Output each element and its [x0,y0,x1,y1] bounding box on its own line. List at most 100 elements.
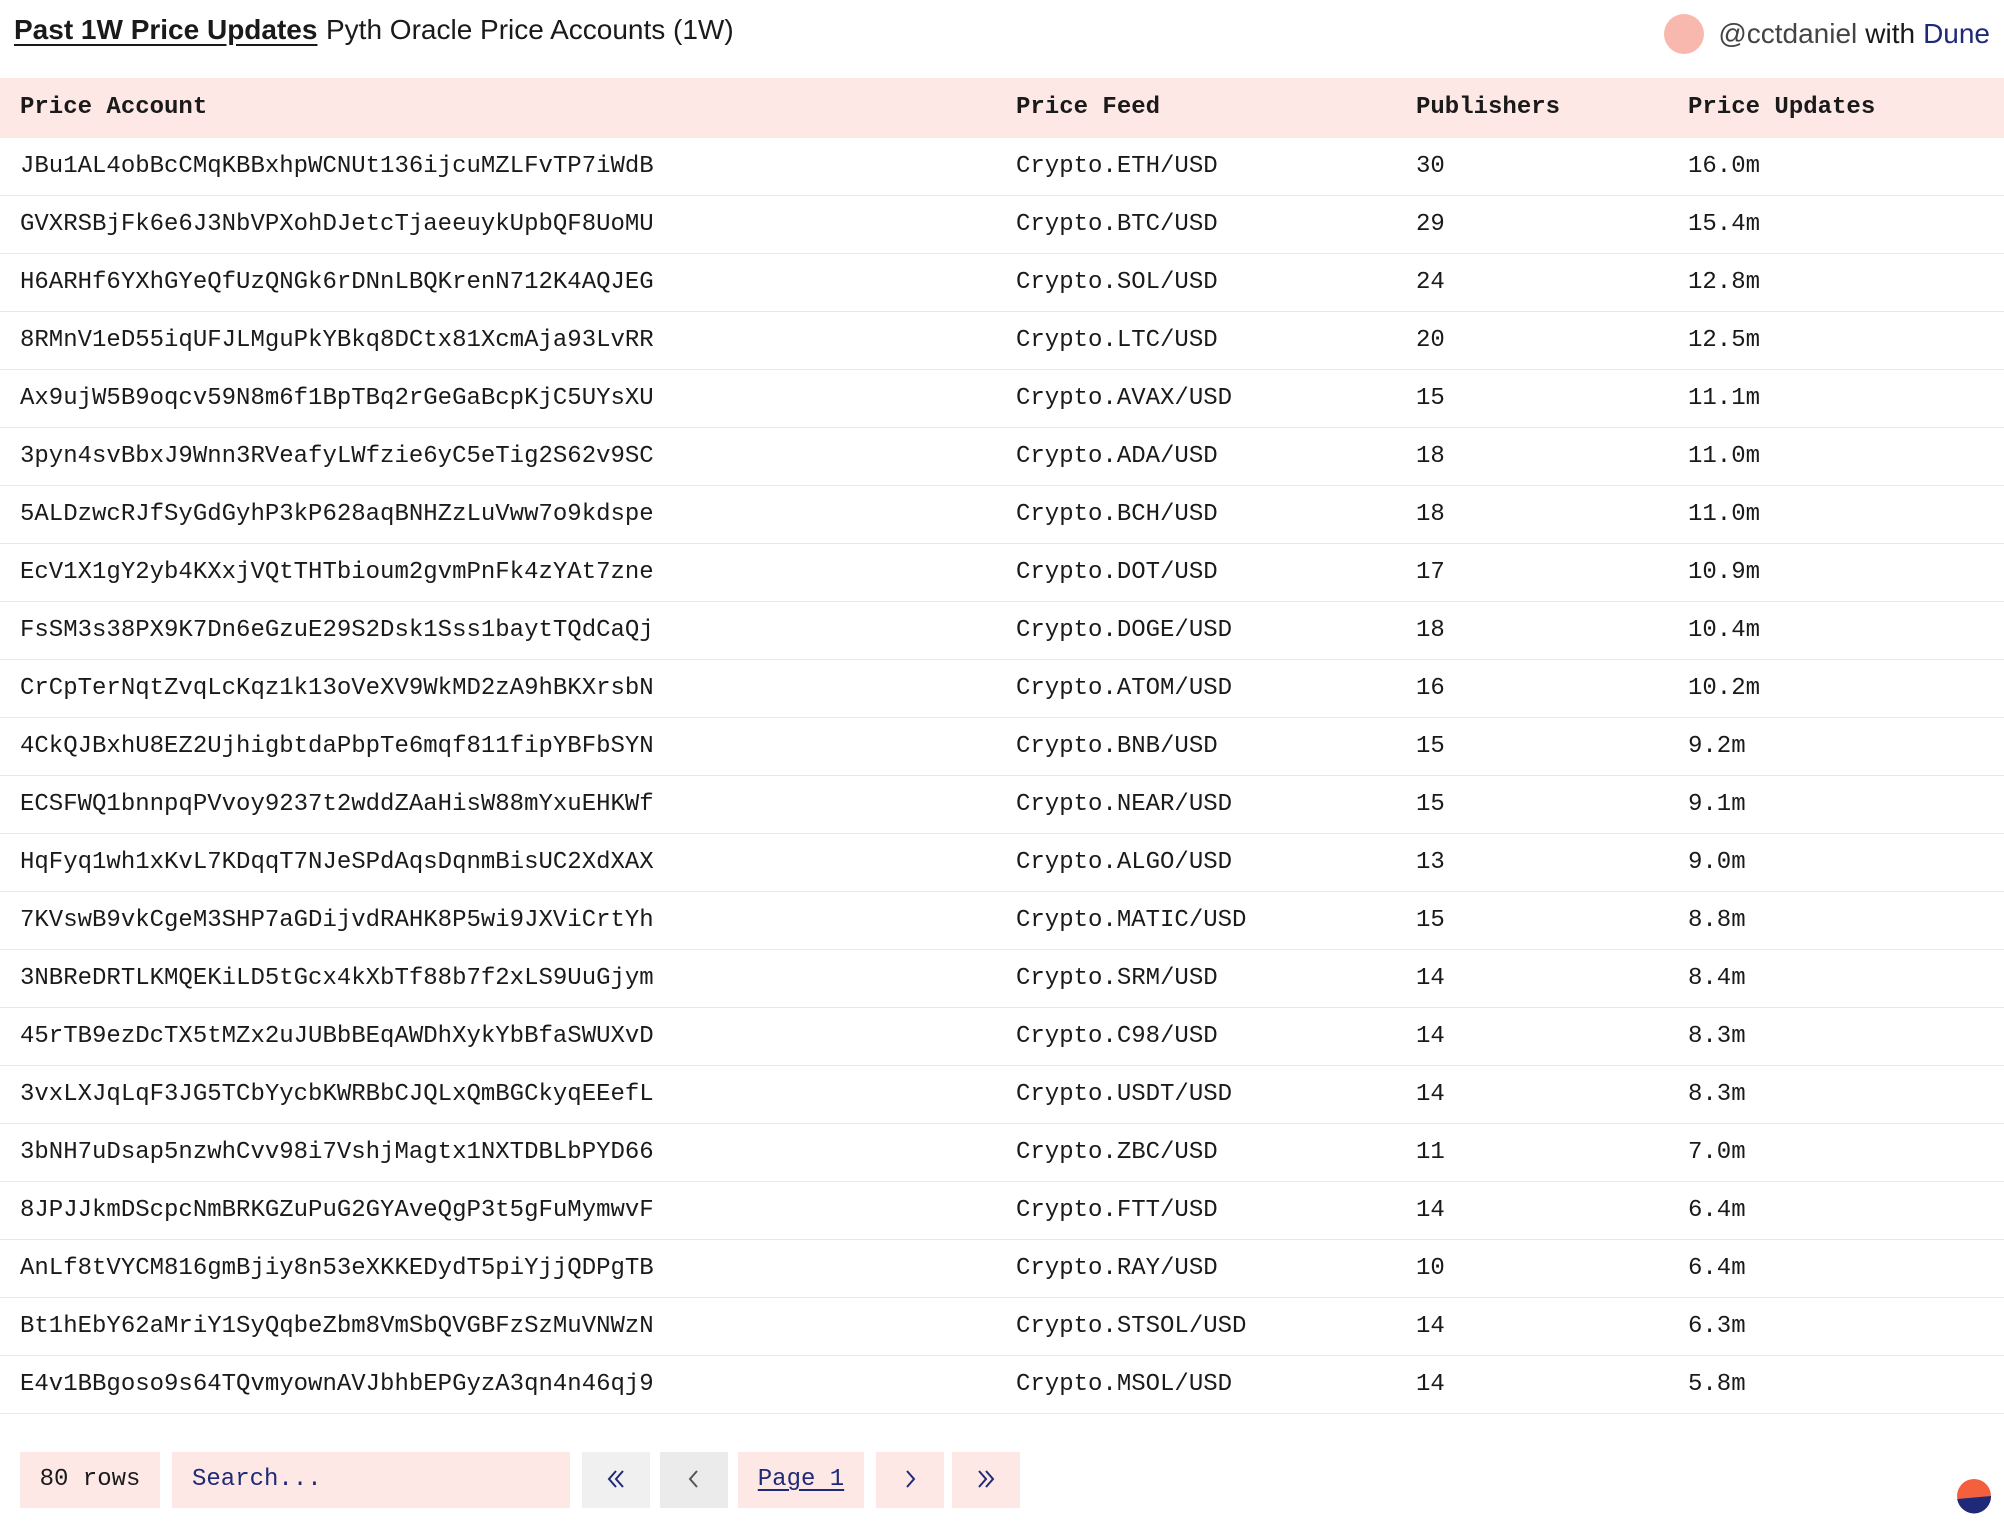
publishers-cell: 14 [1416,1313,1445,1340]
price-feed-cell: Crypto.MSOL/USD [1016,1371,1233,1398]
price-updates-cell: 6.4m [1688,1255,1746,1282]
table-row[interactable]: FsSM3s38PX9K7Dn6eGzuE29S2Dsk1Sss1baytTQd… [0,602,2004,660]
price-feed-cell: Crypto.RAY/USD [1016,1255,1218,1282]
price-account-cell: FsSM3s38PX9K7Dn6eGzuE29S2Dsk1Sss1baytTQd… [20,617,654,644]
page: Past 1W Price Updates Pyth Oracle Price … [0,0,2004,1528]
dune-logo-icon[interactable] [1956,1478,1992,1514]
table-row[interactable]: Bt1hEbY62aMriY1SyQqbeZbm8VmSbQVGBFzSzMuV… [0,1298,2004,1356]
price-updates-cell: 10.2m [1688,675,1761,702]
table-footer: 80 rows Page 1 [0,1452,2004,1508]
price-feed-cell: Crypto.ATOM/USD [1016,675,1233,702]
rows-count: 80 rows [20,1452,160,1508]
table-row[interactable]: 8RMnV1eD55iqUFJLMguPkYBkq8DCtx81XcmAja93… [0,312,2004,370]
table-row[interactable]: HqFyq1wh1xKvL7KDqqT7NJeSPdAqsDqnmBisUC2X… [0,834,2004,892]
price-feed-cell: Crypto.C98/USD [1016,1023,1218,1050]
price-feed-cell: Crypto.DOGE/USD [1016,617,1233,644]
price-feed-cell: Crypto.SOL/USD [1016,269,1218,296]
price-updates-cell: 9.1m [1688,791,1746,818]
table-body: JBu1AL4obBcCMqKBBxhpWCNUt136ijcuMZLFvTP7… [0,138,2004,1414]
table-row[interactable]: CrCpTerNqtZvqLcKqz1k13oVeXV9WkMD2zA9hBKX… [0,660,2004,718]
price-feed-cell: Crypto.MATIC/USD [1016,907,1247,934]
publishers-cell: 11 [1416,1139,1445,1166]
first-page-button[interactable] [582,1452,650,1508]
publishers-cell: 10 [1416,1255,1445,1282]
column-header-price-updates[interactable]: Price Updates [1688,78,1875,138]
price-updates-cell: 9.0m [1688,849,1746,876]
price-account-cell: Ax9ujW5B9oqcv59N8m6f1BpTBq2rGeGaBcpKjC5U… [20,385,654,412]
table-row[interactable]: E4v1BBgoso9s64TQvmyownAVJbhbEPGyzA3qn4n4… [0,1356,2004,1414]
table-row[interactable]: 3pyn4svBbxJ9Wnn3RVeafyLWfzie6yC5eTig2S62… [0,428,2004,486]
price-updates-cell: 10.9m [1688,559,1761,586]
author-block: @cctdaniel with Dune [1664,14,1990,54]
table-row[interactable]: JBu1AL4obBcCMqKBBxhpWCNUt136ijcuMZLFvTP7… [0,138,2004,196]
avatar[interactable] [1664,14,1705,54]
price-feed-cell: Crypto.DOT/USD [1016,559,1218,586]
price-feed-cell: Crypto.BCH/USD [1016,501,1218,528]
double-chevron-right-icon [978,1469,995,1488]
table-row[interactable]: GVXRSBjFk6e6J3NbVPXohDJetcTjaeeuykUpbQF8… [0,196,2004,254]
price-account-cell: 3NBReDRTLKMQEKiLD5tGcx4kXbTf88b7f2xLS9Uu… [20,965,654,992]
price-updates-cell: 9.2m [1688,733,1746,760]
price-updates-cell: 8.3m [1688,1081,1746,1108]
price-updates-cell: 16.0m [1688,153,1761,180]
publishers-cell: 14 [1416,1371,1445,1398]
table-row[interactable]: 3bNH7uDsap5nzwhCvv98i7VshjMagtx1NXTDBLbP… [0,1124,2004,1182]
publishers-cell: 17 [1416,559,1445,586]
price-updates-cell: 5.8m [1688,1371,1746,1398]
chevron-left-icon [688,1469,698,1488]
dashboard-title-link[interactable]: Past 1W Price Updates [14,14,317,46]
price-feed-cell: Crypto.BTC/USD [1016,211,1218,238]
price-account-cell: 3pyn4svBbxJ9Wnn3RVeafyLWfzie6yC5eTig2S62… [20,443,654,470]
price-updates-cell: 12.5m [1688,327,1761,354]
publishers-cell: 14 [1416,1023,1445,1050]
table-row[interactable]: 5ALDzwcRJfSyGdGyhP3kP628aqBNHZzLuVww7o9k… [0,486,2004,544]
price-feed-cell: Crypto.SRM/USD [1016,965,1218,992]
price-feed-cell: Crypto.ADA/USD [1016,443,1218,470]
column-header-publishers[interactable]: Publishers [1416,78,1560,138]
table-row[interactable]: H6ARHf6YXhGYeQfUzQNGk6rDNnLBQKrenN712K4A… [0,254,2004,312]
publishers-cell: 18 [1416,501,1445,528]
price-updates-cell: 8.4m [1688,965,1746,992]
table-row[interactable]: 4CkQJBxhU8EZ2UjhigbtdaPbpTe6mqf811fipYBF… [0,718,2004,776]
table-row[interactable]: ECSFWQ1bnnpqPVvoy9237t2wddZAaHisW88mYxuE… [0,776,2004,834]
previous-page-button[interactable] [660,1452,728,1508]
price-account-cell: 8RMnV1eD55iqUFJLMguPkYBkq8DCtx81XcmAja93… [20,327,654,354]
table-row[interactable]: Ax9ujW5B9oqcv59N8m6f1BpTBq2rGeGaBcpKjC5U… [0,370,2004,428]
table-row[interactable]: AnLf8tVYCM816gmBjiy8n53eXKKEDydT5piYjjQD… [0,1240,2004,1298]
price-account-cell: AnLf8tVYCM816gmBjiy8n53eXKKEDydT5piYjjQD… [20,1255,654,1282]
price-account-cell: 3bNH7uDsap5nzwhCvv98i7VshjMagtx1NXTDBLbP… [20,1139,654,1166]
price-account-cell: HqFyq1wh1xKvL7KDqqT7NJeSPdAqsDqnmBisUC2X… [20,849,654,876]
publishers-cell: 13 [1416,849,1445,876]
table-row[interactable]: 45rTB9ezDcTX5tMZx2uJUBbBEqAWDhXykYbBfaSW… [0,1008,2004,1066]
price-updates-cell: 8.8m [1688,907,1746,934]
brand-link[interactable]: Dune [1923,18,1990,50]
table-row[interactable]: 8JPJJkmDScpcNmBRKGZuPuG2GYAveQgP3t5gFuMy… [0,1182,2004,1240]
price-updates-cell: 8.3m [1688,1023,1746,1050]
current-page-button[interactable]: Page 1 [738,1452,864,1508]
publishers-cell: 30 [1416,153,1445,180]
last-page-button[interactable] [952,1452,1020,1508]
publishers-cell: 15 [1416,385,1445,412]
author-link[interactable]: @cctdaniel [1718,18,1857,50]
table-row[interactable]: 3vxLXJqLqF3JG5TCbYycbKWRBbCJQLxQmBGCkyqE… [0,1066,2004,1124]
with-text: with [1865,18,1916,49]
search-input[interactable] [172,1452,570,1508]
price-updates-cell: 11.1m [1688,385,1761,412]
next-page-button[interactable] [876,1452,944,1508]
publishers-cell: 18 [1416,443,1445,470]
table-row[interactable]: 3NBReDRTLKMQEKiLD5tGcx4kXbTf88b7f2xLS9Uu… [0,950,2004,1008]
price-updates-cell: 11.0m [1688,501,1761,528]
publishers-cell: 18 [1416,617,1445,644]
price-feed-cell: Crypto.AVAX/USD [1016,385,1233,412]
price-updates-cell: 10.4m [1688,617,1761,644]
publishers-cell: 24 [1416,269,1445,296]
column-header-price-account[interactable]: Price Account [20,78,207,138]
table-row[interactable]: EcV1X1gY2yb4KXxjVQtTHTbioum2gvmPnFk4zYAt… [0,544,2004,602]
price-feed-cell: Crypto.ALGO/USD [1016,849,1233,876]
price-account-cell: 3vxLXJqLqF3JG5TCbYycbKWRBbCJQLxQmBGCkyqE… [20,1081,654,1108]
column-header-price-feed[interactable]: Price Feed [1016,78,1160,138]
price-updates-cell: 6.3m [1688,1313,1746,1340]
table-row[interactable]: 7KVswB9vkCgeM3SHP7aGDijvdRAHK8P5wi9JXViC… [0,892,2004,950]
price-account-cell: 7KVswB9vkCgeM3SHP7aGDijvdRAHK8P5wi9JXViC… [20,907,654,934]
query-subtitle: Pyth Oracle Price Accounts (1W) [326,14,734,45]
